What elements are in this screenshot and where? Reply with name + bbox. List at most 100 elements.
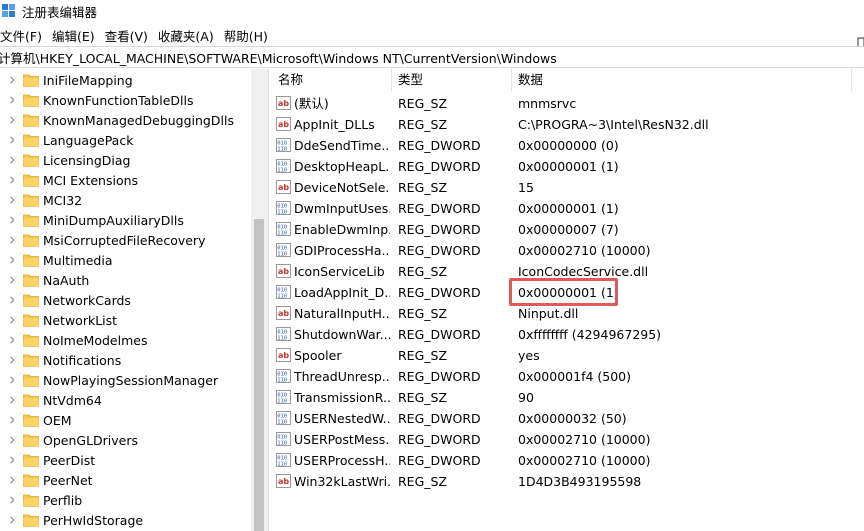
key-tree: IniFileMapping KnownFunctionTableDlls Know… <box>0 69 251 531</box>
tree-item-label: MsiCorruptedFileRecovery <box>43 232 206 248</box>
tree-item[interactable]: NaAuth <box>0 270 251 290</box>
tree-item[interactable]: KnownManagedDebuggingDlls <box>0 110 251 130</box>
tree-item[interactable]: Notifications <box>0 350 251 370</box>
value-row[interactable]: 010 110 DwmInputUses... REG_DWORD 0x00000001… <box>272 198 864 219</box>
chevron-right-icon[interactable] <box>8 356 16 364</box>
folder-icon <box>23 453 39 467</box>
value-name: IconServiceLib <box>294 264 385 279</box>
menu-help[interactable]: 帮助(H) <box>224 26 272 45</box>
tree-item[interactable]: LicensingDiag <box>0 150 251 170</box>
chevron-right-icon[interactable] <box>8 96 16 104</box>
tree-item[interactable]: NowPlayingSessionManager <box>0 370 251 390</box>
tree-item[interactable]: Multimedia <box>0 250 251 270</box>
tree-item[interactable]: MCI32 <box>0 190 251 210</box>
column-header-name[interactable]: 名称 <box>272 69 392 91</box>
tree-item[interactable]: OpenGLDrivers <box>0 430 251 450</box>
value-row[interactable]: ab DeviceNotSele... REG_SZ 15 <box>272 177 864 198</box>
svg-text:ab: ab <box>278 309 289 318</box>
chevron-right-icon[interactable] <box>8 376 16 384</box>
value-data: 0x00002710 (10000) <box>518 453 651 468</box>
folder-icon <box>23 333 39 347</box>
value-row[interactable]: ab NaturalInputH... REG_SZ Ninput.dll <box>272 303 864 324</box>
value-row[interactable]: 010 110 GDIProcessHa... REG_DWORD 0x00002710… <box>272 240 864 261</box>
chevron-right-icon[interactable] <box>8 176 16 184</box>
value-row[interactable]: 010 110 LoadAppInit_D... REG_DWORD 0x0000000… <box>272 282 864 303</box>
value-row[interactable]: 010 110 USERNestedW... REG_DWORD 0x00000032 … <box>272 408 864 429</box>
chevron-right-icon[interactable] <box>8 436 16 444</box>
folder-icon <box>23 273 39 287</box>
value-type: REG_DWORD <box>398 201 481 216</box>
menu-view[interactable]: 查看(V) <box>105 26 152 45</box>
tree-item[interactable]: IniFileMapping <box>0 70 251 90</box>
tree-item[interactable]: MiniDumpAuxiliaryDlls <box>0 210 251 230</box>
chevron-right-icon[interactable] <box>8 416 16 424</box>
tree-item[interactable]: NetworkList <box>0 310 251 330</box>
tree-item[interactable]: PerHwIdStorage <box>0 510 251 530</box>
menu-favorites[interactable]: 收藏夹(A) <box>158 26 218 45</box>
value-row[interactable]: 010 110 DesktopHeapL... REG_DWORD 0x00000001… <box>272 156 864 177</box>
chevron-right-icon[interactable] <box>8 476 16 484</box>
value-type: REG_SZ <box>398 348 448 363</box>
value-row[interactable]: 010 110 EnableDwmInp... REG_DWORD 0x00000007… <box>272 219 864 240</box>
svg-text:110: 110 <box>277 420 287 426</box>
chevron-right-icon[interactable] <box>8 256 16 264</box>
column-header-type[interactable]: 类型 <box>392 69 512 91</box>
tree-item-label: Multimedia <box>43 252 113 268</box>
value-type: REG_DWORD <box>398 222 481 237</box>
tree-item[interactable]: OEM <box>0 410 251 430</box>
tree-scrollbar-thumb[interactable] <box>254 219 264 531</box>
tree-item[interactable]: PeerDist <box>0 450 251 470</box>
value-type: REG_SZ <box>398 264 448 279</box>
tree-item[interactable]: Perflib <box>0 490 251 510</box>
value-row[interactable]: ab Spooler REG_SZ yes <box>272 345 864 366</box>
chevron-right-icon[interactable] <box>8 116 16 124</box>
chevron-right-icon[interactable] <box>8 156 16 164</box>
chevron-right-icon[interactable] <box>8 76 16 84</box>
tree-item[interactable]: NtVdm64 <box>0 390 251 410</box>
string-value-icon: ab <box>276 96 291 110</box>
tree-item[interactable]: PeerNet <box>0 470 251 490</box>
chevron-right-icon[interactable] <box>8 296 16 304</box>
chevron-right-icon[interactable] <box>8 276 16 284</box>
tree-item[interactable]: NetworkCards <box>0 290 251 310</box>
value-row[interactable]: 010 110 ShutdownWar... REG_DWORD 0xffffffff … <box>272 324 864 345</box>
chevron-right-icon[interactable] <box>8 236 16 244</box>
value-name: ShutdownWar... <box>294 327 390 342</box>
tree-item-label: OpenGLDrivers <box>43 432 139 448</box>
menu-edit[interactable]: 编辑(E) <box>52 26 99 45</box>
binary-value-icon: 010 110 <box>276 222 291 237</box>
svg-text:110: 110 <box>277 441 287 447</box>
tree-item[interactable]: KnownFunctionTableDlls <box>0 90 251 110</box>
value-type: REG_DWORD <box>398 243 481 258</box>
chevron-right-icon[interactable] <box>8 456 16 464</box>
value-data: mnmsrvc <box>518 96 577 111</box>
value-row[interactable]: ab AppInit_DLLs REG_SZ C:\PROGRA~3\Intel\Re… <box>272 114 864 135</box>
tree-item[interactable]: LanguagePack <box>0 130 251 150</box>
tree-item[interactable]: MsiCorruptedFileRecovery <box>0 230 251 250</box>
chevron-right-icon[interactable] <box>8 336 16 344</box>
value-row[interactable]: ab IconServiceLib REG_SZ IconCodecService.d… <box>272 261 864 282</box>
folder-icon <box>23 113 39 127</box>
value-row[interactable]: ab Win32kLastWri... REG_SZ 1D4D3B493195598 <box>272 471 864 492</box>
tree-item-label: MiniDumpAuxiliaryDlls <box>43 212 184 228</box>
chevron-right-icon[interactable] <box>8 216 16 224</box>
address-bar[interactable]: 计算机\HKEY_LOCAL_MACHINE\SOFTWARE\Microsof… <box>0 46 864 68</box>
value-row[interactable]: 010 110 USERPostMess... REG_DWORD 0x00002710… <box>272 429 864 450</box>
value-row[interactable]: 010 110 DdeSendTime... REG_DWORD 0x00000000 … <box>272 135 864 156</box>
value-row[interactable]: 010 110 ThreadUnresp... REG_DWORD 0x000001f4… <box>272 366 864 387</box>
address-path[interactable]: 计算机\HKEY_LOCAL_MACHINE\SOFTWARE\Microsof… <box>0 48 557 67</box>
chevron-right-icon[interactable] <box>8 396 16 404</box>
menu-file[interactable]: 文件(F) <box>0 26 46 45</box>
chevron-right-icon[interactable] <box>8 136 16 144</box>
value-row[interactable]: 010 110 USERProcessH... REG_DWORD 0x00002710… <box>272 450 864 471</box>
chevron-right-icon[interactable] <box>8 316 16 324</box>
value-row[interactable]: ab (默认) REG_SZ mnmsrvc <box>272 93 864 114</box>
chevron-right-icon[interactable] <box>8 196 16 204</box>
tree-scrollbar[interactable] <box>251 69 268 531</box>
tree-item[interactable]: MCI Extensions <box>0 170 251 190</box>
chevron-right-icon[interactable] <box>8 516 16 524</box>
value-row[interactable]: 010 110 TransmissionR... REG_SZ 90 <box>272 387 864 408</box>
tree-item[interactable]: NoImeModelmes <box>0 330 251 350</box>
column-header-data[interactable]: 数据 <box>512 69 852 91</box>
chevron-right-icon[interactable] <box>8 496 16 504</box>
